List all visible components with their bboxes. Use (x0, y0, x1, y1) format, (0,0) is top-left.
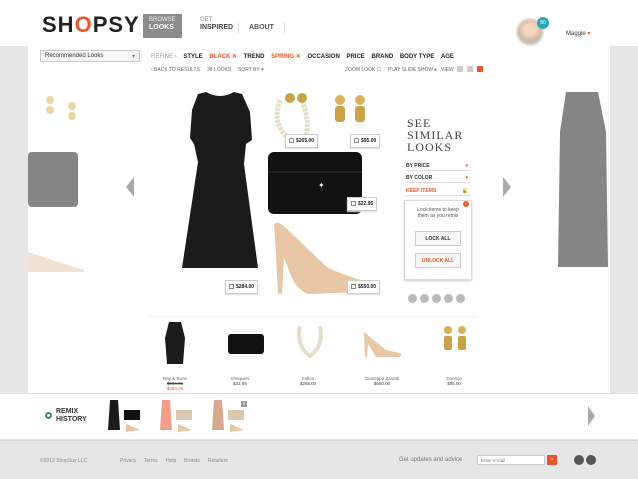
remix-thumb-1[interactable] (106, 400, 144, 434)
twitter-icon[interactable] (420, 294, 429, 303)
item-info-dress[interactable]: Ray & Bone $566.31 $284.00 (145, 376, 205, 391)
footer-link-help[interactable]: Help (166, 458, 176, 464)
refine-bar: REFINE › STYLE BLACK ✕ TREND SPRING ✕ OC… (151, 54, 454, 60)
item-info-clutch[interactable]: Shequeni $22.95 (210, 376, 270, 386)
lock-all-button[interactable]: LOCK ALL (415, 231, 461, 246)
facebook-icon[interactable] (432, 294, 441, 303)
price-tag-clutch[interactable]: $22.95 (347, 197, 378, 211)
filter-spring[interactable]: SPRING ✕ (271, 54, 301, 60)
remix-next-arrow[interactable] (588, 406, 595, 426)
by-price-filter[interactable]: BY PRICE ▾ (406, 160, 470, 171)
price-tag-dress[interactable]: $284.00 (225, 280, 259, 294)
next-look-arrow[interactable] (503, 177, 511, 197)
list-view-icon[interactable] (467, 66, 473, 72)
nav-about[interactable]: ABOUT (238, 22, 285, 33)
filter-price[interactable]: PRICE (346, 54, 364, 60)
item-thumb-earrings[interactable] (441, 324, 469, 358)
footer-link-privacy[interactable]: Privacy (120, 458, 136, 464)
zoom-look[interactable]: ZOOM LOOK ☐ (345, 67, 381, 73)
unlock-all-button[interactable]: UNLOCK ALL (415, 253, 461, 268)
prev-look-arrow[interactable] (126, 177, 134, 197)
filter-style[interactable]: STYLE (183, 54, 202, 60)
newsletter-label: Get updates and advice (399, 457, 463, 463)
item-info-necklace[interactable]: Fallon $265.00 (278, 376, 338, 386)
notification-badge[interactable]: 80 (537, 17, 549, 29)
filter-trend[interactable]: TREND (244, 54, 265, 60)
logo[interactable]: SHOPSY (42, 12, 140, 38)
remix-history-label: REMIX HISTORY (56, 408, 87, 423)
remix-thumb-2[interactable] (158, 400, 196, 434)
remix-history-bar (0, 393, 638, 439)
price-tag-necklace[interactable]: $265.00 (285, 134, 319, 148)
keep-items-filter[interactable]: KEEP ITEMS 🔒 (406, 185, 470, 196)
email-icon[interactable] (456, 294, 465, 303)
footer-link-brands[interactable]: Brands (184, 458, 200, 464)
play-slideshow[interactable]: PLAY SLIDE SHOW ▸ (388, 67, 437, 73)
filter-age[interactable]: AGE (441, 54, 454, 60)
single-view-icon[interactable] (477, 66, 483, 72)
grid-view-icon[interactable] (457, 66, 463, 72)
filter-occasion[interactable]: OCCASION (307, 54, 339, 60)
email-submit-button[interactable]: › (547, 455, 557, 465)
dress-image[interactable] (170, 92, 270, 272)
footer-link-terms[interactable]: Terms (144, 458, 158, 464)
item-info-earrings[interactable]: Dannijo $95.00 (424, 376, 484, 386)
look-count: 38 LOOKS (207, 67, 232, 73)
item-thumb-necklace[interactable] (296, 324, 324, 360)
copyright: ©2012 ShopSuy LLC (40, 458, 88, 464)
email-field[interactable] (477, 455, 545, 465)
twitter-footer-icon[interactable] (574, 455, 584, 465)
pinterest-icon[interactable] (408, 294, 417, 303)
filter-brand[interactable]: BRAND (371, 54, 393, 60)
item-thumb-dress[interactable] (163, 322, 187, 366)
see-similar-looks-title: SEE SIMILAR LOOKS (407, 116, 464, 154)
filter-black[interactable]: BLACK ✕ (209, 54, 237, 60)
item-thumb-shoes[interactable] (362, 330, 404, 358)
item-thumb-clutch[interactable] (227, 332, 265, 356)
view-label: VIEW (441, 67, 454, 73)
remix-count-badge: 5 (241, 401, 247, 407)
footer-link-retailers[interactable]: Retailers (208, 458, 228, 464)
sort-by[interactable]: SORT BY ▾ (238, 67, 264, 73)
price-tag-shoes[interactable]: $550.00 (347, 280, 381, 294)
item-info-shoes[interactable]: Giuseppe Zanotti $550.00 (352, 376, 412, 386)
lock-message: Lock items to keep them as you remix (417, 207, 459, 219)
previous-look-preview[interactable] (28, 92, 108, 272)
price-tag-earrings[interactable]: $95.00 (350, 134, 381, 148)
google-plus-icon[interactable] (444, 294, 453, 303)
facebook-footer-icon[interactable] (586, 455, 596, 465)
nav-browse-looks[interactable]: BROWSE LOOKS (143, 14, 182, 38)
remix-icon (45, 412, 52, 419)
next-look-preview[interactable] (548, 92, 628, 272)
by-color-filter[interactable]: BY COLOR ▾ (406, 172, 470, 183)
nav-get-inspired[interactable]: GET INSPIRED (194, 14, 239, 38)
looks-dropdown[interactable]: Recommended Looks ▾ (40, 50, 140, 62)
user-menu[interactable]: Maggie ▾ (566, 30, 590, 37)
back-to-results[interactable]: ‹ BACK TO RESULTS (151, 67, 200, 73)
filter-body-type[interactable]: BODY TYPE (400, 54, 435, 60)
svg-text:✦: ✦ (318, 181, 325, 190)
